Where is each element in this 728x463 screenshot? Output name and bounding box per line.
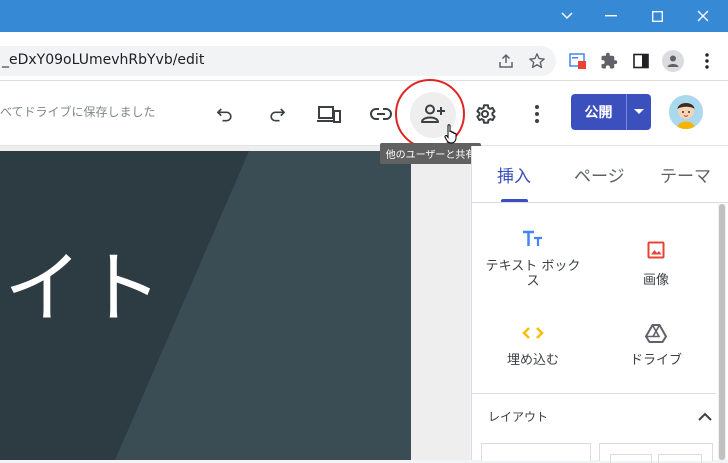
undo-icon[interactable] (211, 100, 239, 128)
tab-themes[interactable]: テーマ (660, 162, 711, 187)
browser-menu-icon[interactable] (697, 51, 717, 71)
preview-devices-icon[interactable] (315, 100, 343, 128)
embed-code-icon[interactable] (521, 321, 545, 345)
layout-thumbnail-block (610, 454, 652, 463)
extension-page-icon[interactable] (568, 51, 588, 71)
share-tooltip: 他のユーザーと共有 (380, 143, 481, 164)
link-icon[interactable] (367, 100, 395, 128)
save-status: べてドライブに保存しました (0, 105, 156, 119)
maximize-button[interactable] (634, 0, 680, 32)
url-text[interactable]: _eDxY09oLUmevhRbYvb/edit (2, 52, 204, 68)
tab-search-chevron-icon[interactable] (544, 0, 590, 32)
layout-section-divider (471, 393, 716, 394)
settings-gear-icon[interactable] (471, 100, 499, 128)
tab-pages[interactable]: ページ (574, 162, 625, 187)
drive-icon[interactable] (644, 321, 668, 345)
text-box-icon[interactable] (521, 227, 545, 251)
image-label[interactable]: 画像 (626, 273, 686, 288)
drive-label[interactable]: ドライブ (620, 353, 692, 368)
publish-dropdown-icon[interactable] (627, 94, 651, 130)
puzzle-icon[interactable] (599, 51, 619, 71)
profile-icon[interactable] (662, 50, 684, 72)
more-vert-icon[interactable] (523, 100, 551, 128)
image-icon[interactable] (644, 238, 668, 262)
redo-icon[interactable] (263, 100, 291, 128)
tabs-divider (471, 202, 728, 203)
collapse-chevron-icon[interactable] (698, 406, 712, 425)
panel-scrollbar-thumb[interactable] (719, 204, 725, 460)
hand-cursor-icon (444, 124, 460, 148)
embed-label[interactable]: 埋め込む (496, 353, 570, 368)
side-panel-icon[interactable] (631, 51, 651, 71)
share-page-icon[interactable] (496, 51, 516, 71)
tab-insert[interactable]: 挿入 (497, 162, 531, 187)
star-icon[interactable] (527, 51, 547, 71)
layout-thumbnail[interactable] (481, 443, 591, 461)
layout-thumbnail-block (658, 454, 702, 463)
layout-thumbnail[interactable] (599, 443, 713, 463)
close-window-button[interactable] (680, 0, 726, 32)
publish-button[interactable]: 公開 (571, 94, 651, 130)
text-box-label[interactable]: テキスト ボックス (480, 259, 586, 289)
minimize-button[interactable] (588, 0, 634, 32)
avatar[interactable] (669, 95, 703, 129)
layout-section-title: レイアウト (488, 410, 549, 424)
hero-title[interactable]: イト (4, 226, 164, 338)
publish-label[interactable]: 公開 (571, 94, 626, 130)
